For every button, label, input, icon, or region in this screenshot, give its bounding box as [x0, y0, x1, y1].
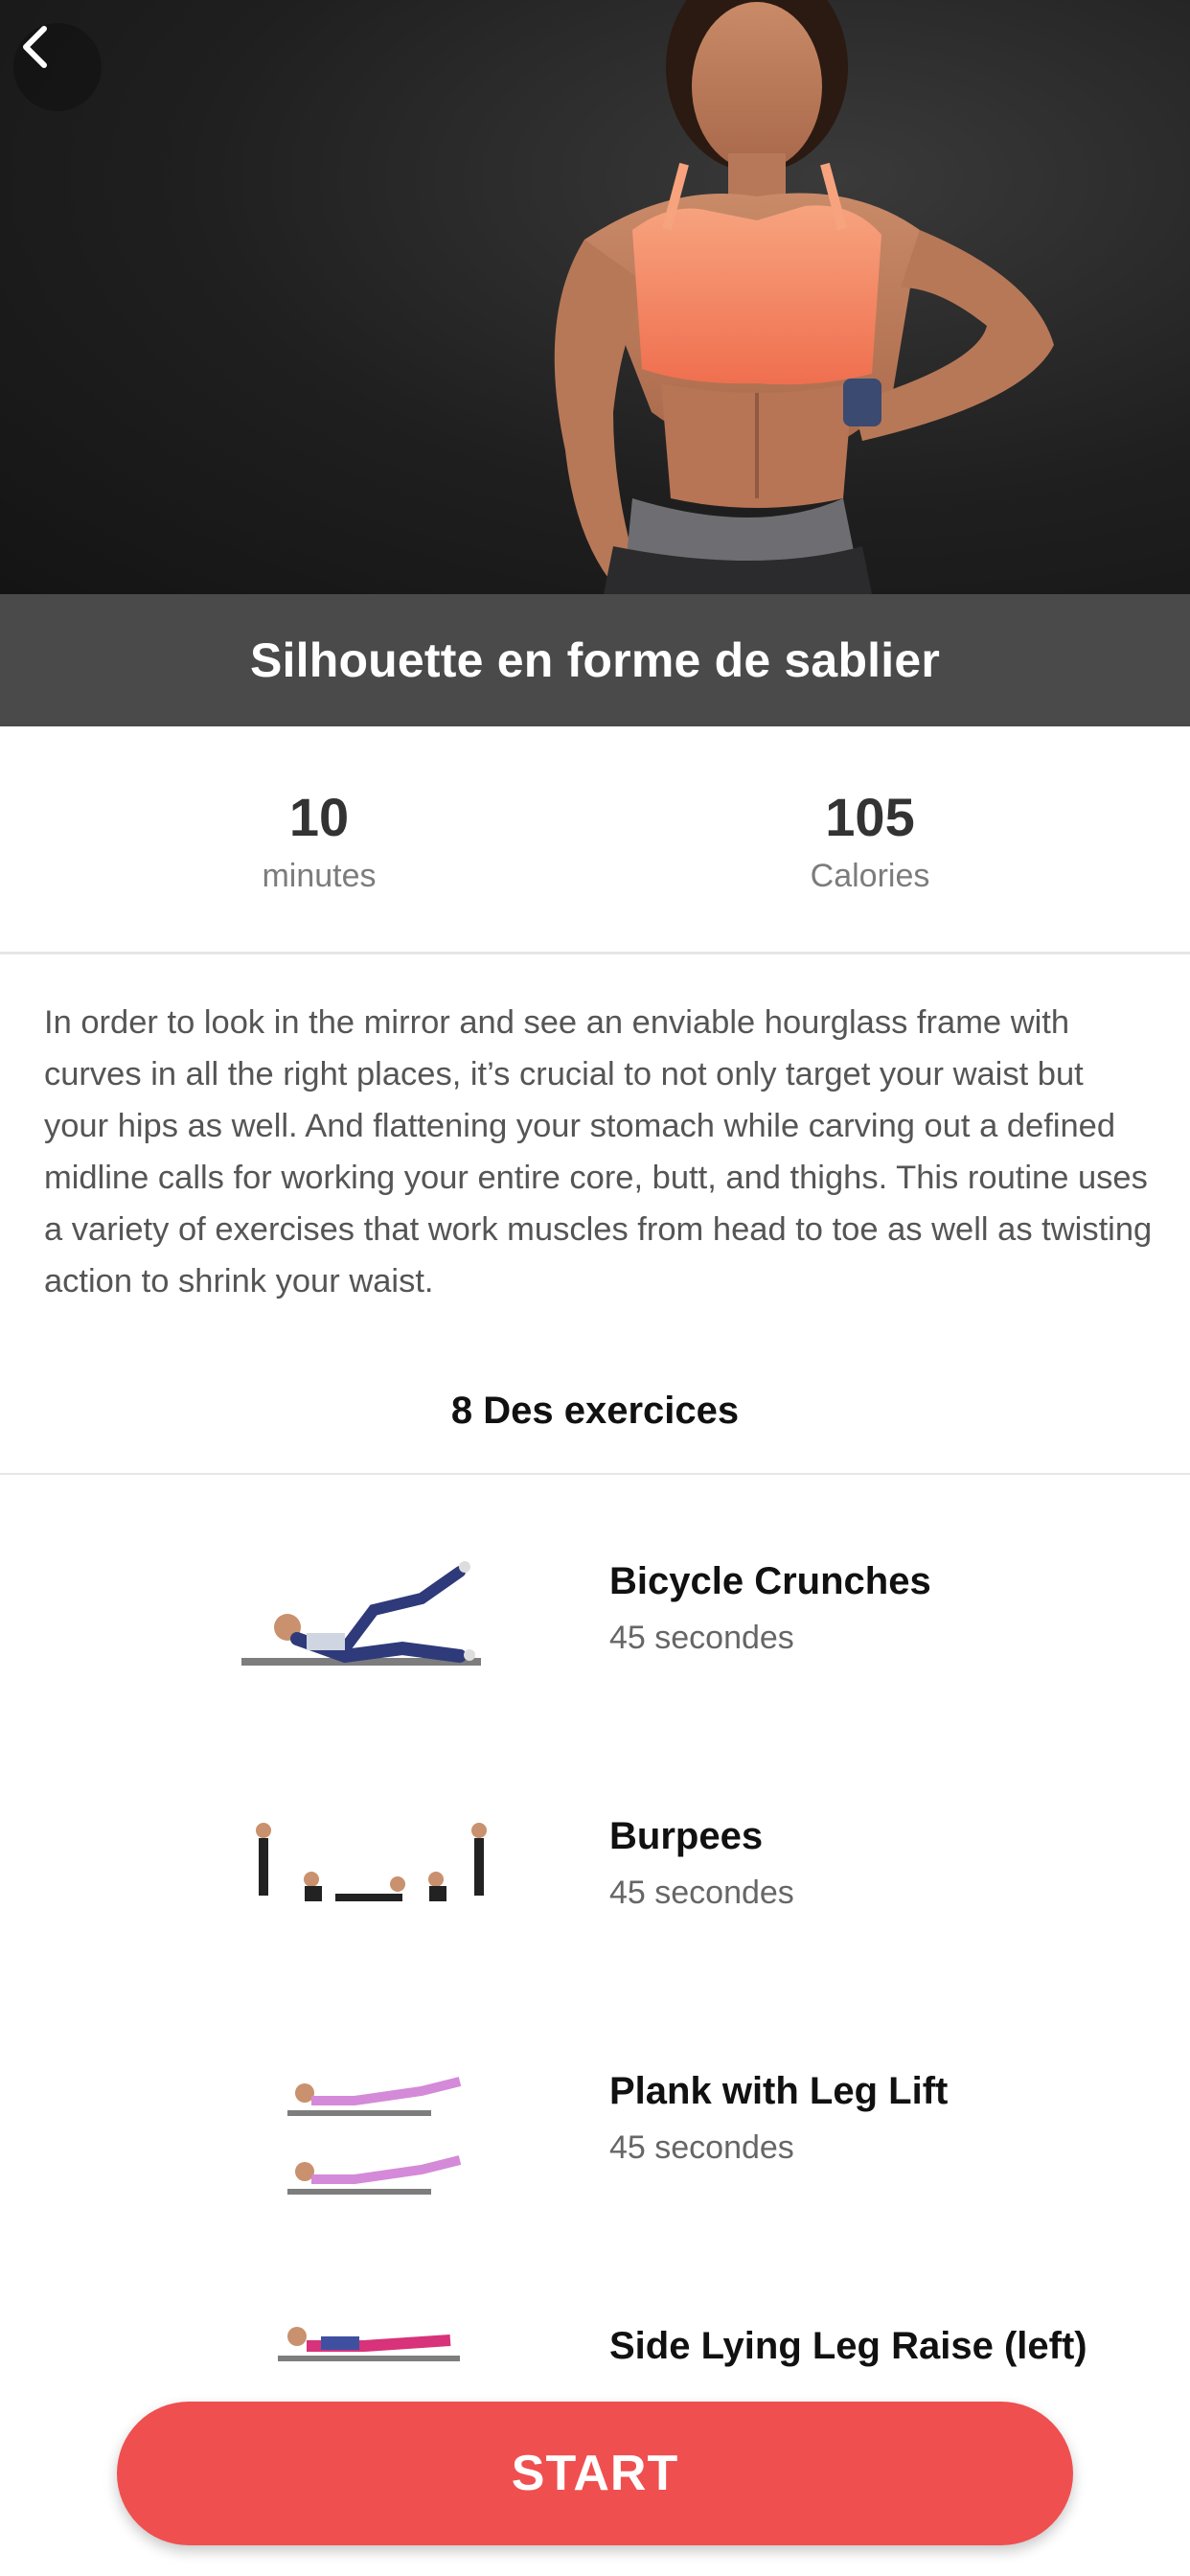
back-button[interactable] — [13, 23, 102, 111]
athlete-photo — [554, 0, 1054, 594]
exercise-name: Bicycle Crunches — [609, 1560, 931, 1602]
exercise-duration: 45 secondes — [609, 2129, 794, 2166]
bicycle-crunches-illustration — [241, 1561, 481, 1666]
start-button[interactable]: START — [117, 2402, 1073, 2545]
chevron-left-icon — [23, 26, 47, 68]
duration-value: 10 — [288, 787, 350, 847]
exercise-name: Plank with Leg Lift — [609, 2070, 949, 2112]
calories-stat: 105 Calories — [726, 786, 1014, 895]
workout-description: In order to look in the mirror and see a… — [44, 1004, 1153, 1300]
exercise-item[interactable]: Plank with Leg Lift 45 secondes — [0, 2005, 1190, 2260]
workout-detail-screen: Silhouette en forme de sablier 10 minute… — [0, 0, 1190, 2576]
exercise-item[interactable]: Burpees 45 secondes — [0, 1750, 1190, 2005]
stats-row: 10 minutes 105 Calories — [0, 726, 1190, 954]
duration-stat: 10 minutes — [175, 786, 463, 895]
plank-leg-lift-illustration — [287, 2077, 462, 2195]
hero-image — [0, 0, 1190, 594]
exercise-item[interactable]: Bicycle Crunches 45 secondes — [0, 1495, 1190, 1750]
duration-label: minutes — [262, 858, 377, 894]
exercise-name: Burpees — [609, 1815, 764, 1857]
workout-title: Silhouette en forme de sablier — [249, 633, 941, 687]
burpees-illustration — [256, 1823, 487, 1901]
divider — [0, 1473, 1190, 1475]
exercise-duration: 45 secondes — [609, 1620, 794, 1656]
exercise-duration: 45 secondes — [609, 1874, 794, 1911]
calories-label: Calories — [810, 858, 930, 894]
exercise-name: Side Lying Leg Raise (left) — [609, 2325, 1087, 2367]
calories-value: 105 — [825, 787, 915, 847]
exercises-header: 8 Des exercices — [450, 1390, 740, 1432]
title-band: Silhouette en forme de sablier — [0, 594, 1190, 726]
